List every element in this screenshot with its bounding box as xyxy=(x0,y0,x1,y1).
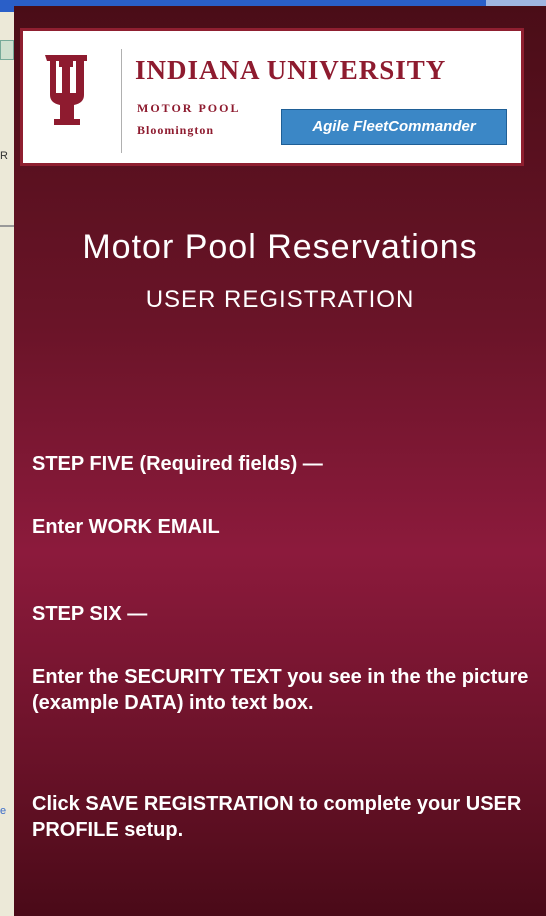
agile-fleetcommander-badge: Agile FleetCommander xyxy=(281,109,507,145)
background-partial-text: R xyxy=(0,150,8,162)
help-panel: INDIANA UNIVERSITY MOTOR POOL Bloomingto… xyxy=(14,6,546,916)
step-five-text: Enter WORK EMAIL xyxy=(32,516,220,538)
step-five-heading: STEP FIVE (Required fields) — xyxy=(32,453,323,475)
background-toolbar-icon xyxy=(0,40,14,60)
iu-trident-logo-icon xyxy=(45,55,87,125)
background-divider xyxy=(0,225,14,227)
page-title: Motor Pool Reservations xyxy=(82,228,478,266)
page-subtitle: USER REGISTRATION xyxy=(145,286,415,313)
university-name: INDIANA UNIVERSITY xyxy=(135,55,447,85)
step-six-heading: STEP SIX — xyxy=(32,603,148,625)
background-partial-icon: e xyxy=(0,805,7,817)
save-instruction-text: Click SAVE REGISTRATION to complete your… xyxy=(32,793,522,841)
step-six-text: Enter the SECURITY TEXT you see in the t… xyxy=(32,666,529,714)
department-name: MOTOR POOL xyxy=(137,101,241,115)
banner-divider xyxy=(121,49,122,153)
campus-name: Bloomington xyxy=(137,123,215,137)
iu-banner: INDIANA UNIVERSITY MOTOR POOL Bloomingto… xyxy=(20,28,524,166)
background-window-strip xyxy=(0,0,14,916)
